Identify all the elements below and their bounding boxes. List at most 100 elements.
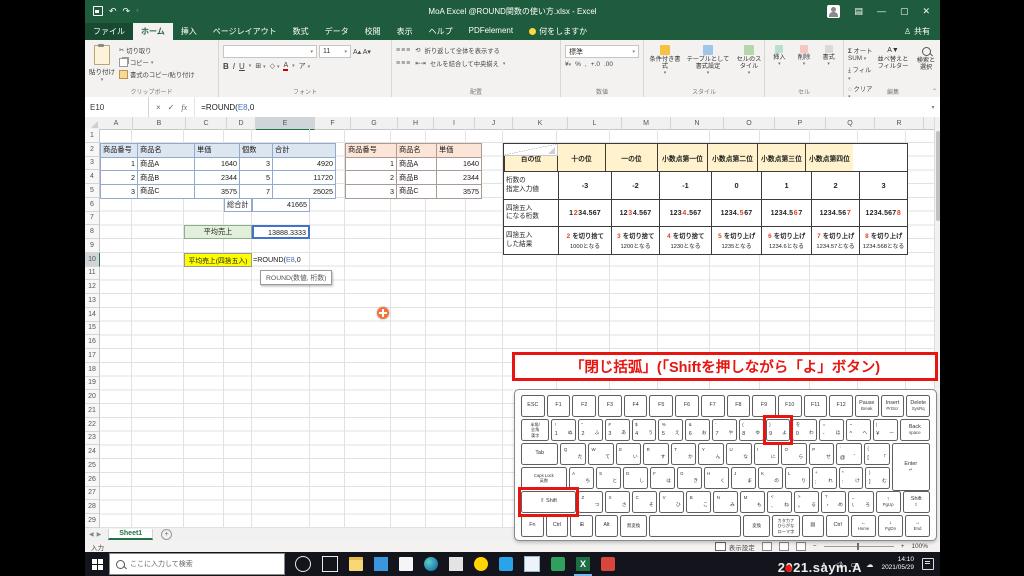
insert-cells-button[interactable]: 挿入 ▾ [773, 43, 786, 68]
cell[interactable]: 商品A [396, 156, 437, 172]
row-header-10[interactable]: 10 [85, 252, 100, 267]
cell[interactable]: 25025 [272, 184, 336, 199]
photos-icon[interactable] [374, 557, 388, 571]
ribbon-tab-校閲[interactable]: 校閲 [357, 23, 389, 40]
bold-button[interactable]: B [223, 62, 229, 71]
find-select-button[interactable]: 検索と選択 [914, 45, 938, 71]
row-header-28[interactable]: 28 [85, 500, 100, 514]
camera-app-icon[interactable] [601, 557, 615, 571]
row-header-25[interactable]: 25 [85, 459, 100, 473]
row-header-18[interactable]: 18 [85, 362, 100, 377]
orientation-icon[interactable]: ⟲ [415, 47, 420, 54]
save-icon[interactable] [93, 6, 103, 16]
ribbon-tab-表示[interactable]: 表示 [389, 23, 421, 40]
cell[interactable]: 2344 [436, 170, 482, 185]
lookup-table-header[interactable]: 商品番号 [345, 142, 397, 158]
ribbon-tab-データ[interactable]: データ [317, 23, 357, 40]
formula-edit-cell[interactable]: =ROUND(E8,0 [252, 253, 330, 267]
sheet-nav-arrows[interactable]: ◀▶ [85, 531, 108, 538]
formula-bar-expand-icon[interactable]: ▾ [926, 97, 940, 117]
cell[interactable]: 2 [100, 170, 138, 185]
cell[interactable]: 商品C [137, 184, 195, 199]
store-icon[interactable] [399, 557, 413, 571]
normal-view-icon[interactable] [761, 542, 772, 551]
autosum-button[interactable]: Σ オート SUM ▾ [848, 46, 873, 62]
lookup-table-header[interactable]: 商品名 [396, 142, 437, 158]
row-header-22[interactable]: 22 [85, 417, 100, 432]
grand-total-label-cell[interactable]: 総合計 [224, 197, 252, 212]
row-header-8[interactable]: 8 [85, 225, 100, 239]
row-header-19[interactable]: 19 [85, 376, 100, 391]
cell[interactable]: 5 [239, 170, 273, 185]
excel-icon[interactable]: X [574, 557, 592, 576]
sticky-note-icon[interactable] [449, 557, 463, 571]
action-center-icon[interactable] [922, 558, 934, 570]
row-header-15[interactable]: 15 [85, 321, 100, 336]
cell[interactable]: 1 [100, 156, 138, 172]
qat-dropdown-icon[interactable]: ▾ [136, 8, 139, 14]
cell[interactable]: 11720 [272, 170, 336, 185]
decrease-decimal-icon[interactable]: .00 [604, 61, 613, 68]
cell[interactable]: 7 [239, 184, 273, 199]
font-name-select[interactable]: ▾ [223, 45, 317, 58]
taskbar-search-input[interactable]: ここに入力して検索 [109, 553, 285, 575]
copy-button[interactable]: コピー ▾ [119, 58, 195, 67]
borders-icon[interactable]: ⊞ ▾ [255, 62, 265, 70]
ribbon-display-options-icon[interactable]: ▤ [854, 6, 863, 17]
row-header-7[interactable]: 7 [85, 211, 100, 226]
percent-icon[interactable]: % [575, 61, 581, 68]
phonetic-icon[interactable]: ア ▾ [299, 61, 310, 71]
zoom-slider[interactable] [823, 543, 894, 550]
cell[interactable]: 商品C [396, 184, 437, 199]
undo-icon[interactable]: ↶ [109, 6, 117, 17]
cell[interactable]: 3575 [194, 184, 240, 199]
comma-icon[interactable]: , [585, 61, 587, 68]
row-header-16[interactable]: 16 [85, 335, 100, 349]
format-as-table-button[interactable]: テーブルとして書式設定 ▾ [686, 43, 730, 77]
cell[interactable]: 商品A [137, 156, 195, 172]
product-table-header[interactable]: 商品番号 [100, 142, 138, 158]
tell-me-box[interactable]: 何をしますか [521, 23, 595, 40]
page-layout-view-icon[interactable] [778, 542, 789, 551]
fill-button[interactable]: ⤓ フィル ▾ [848, 65, 873, 82]
taskbar-clock[interactable]: 14:10 2021/05/29 [881, 556, 914, 573]
row-header-12[interactable]: 12 [85, 280, 100, 294]
product-table-header[interactable]: 合計 [272, 142, 336, 158]
redo-icon[interactable]: ↷ [123, 6, 131, 17]
row-header-29[interactable]: 29 [85, 514, 100, 528]
file-explorer-icon[interactable] [349, 557, 363, 571]
ribbon-tab-PDFelement[interactable]: PDFelement [461, 23, 521, 40]
task-view-icon[interactable] [322, 556, 338, 572]
cancel-icon[interactable]: × [156, 103, 161, 112]
edge-icon[interactable] [424, 557, 438, 571]
start-button[interactable] [85, 552, 109, 576]
name-box[interactable]: E10 [85, 97, 149, 117]
minimize-button[interactable]: — [877, 6, 886, 16]
cell[interactable]: 3 [100, 184, 138, 199]
row-header-6[interactable]: 6 [85, 197, 100, 212]
cell[interactable]: 商品B [396, 170, 437, 185]
row-header-17[interactable]: 17 [85, 349, 100, 363]
product-table-header[interactable]: 単価 [194, 142, 240, 158]
wrap-text-button[interactable]: 折り返して全体を表示する [425, 46, 500, 55]
row-header-21[interactable]: 21 [85, 404, 100, 418]
ribbon-tab-ページレイアウト[interactable]: ページレイアウト [205, 23, 285, 40]
cell[interactable]: 3575 [436, 184, 482, 199]
underline-button[interactable]: U [239, 62, 245, 71]
row-header-24[interactable]: 24 [85, 445, 100, 459]
sort-filter-button[interactable]: A▼ 並べ替えとフィルター [877, 45, 909, 71]
lookup-table-header[interactable]: 単価 [436, 142, 482, 158]
conditional-formatting-button[interactable]: 条件付き書式 ▾ [648, 43, 682, 77]
indent-icon[interactable]: ⇤⇥ [415, 60, 426, 67]
collapse-ribbon-icon[interactable]: ⌃ [932, 88, 937, 95]
share-button[interactable]: ♙ 共有 [894, 23, 940, 40]
row-header-13[interactable]: 13 [85, 294, 100, 308]
cell[interactable]: 3 [345, 184, 397, 199]
cell[interactable]: 1 [345, 156, 397, 172]
row-header-27[interactable]: 27 [85, 486, 100, 501]
ribbon-tab-挿入[interactable]: 挿入 [173, 23, 205, 40]
format-painter-button[interactable]: 書式のコピー/貼り付け [119, 70, 195, 79]
cell[interactable]: 4920 [272, 156, 336, 172]
ribbon-tab-数式[interactable]: 数式 [285, 23, 317, 40]
cell[interactable]: 商品B [137, 170, 195, 185]
